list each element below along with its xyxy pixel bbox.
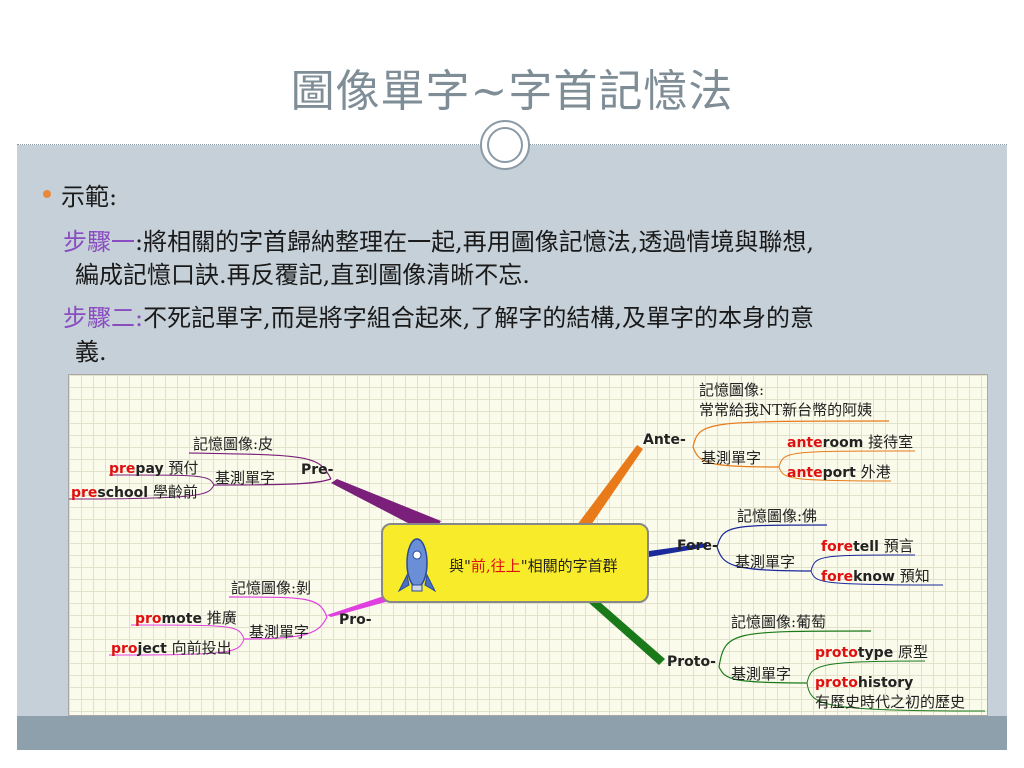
pre-word-1: prepay 預付 bbox=[109, 459, 199, 477]
step2-text: 不死記單字,而是將字組合起來,了解字的結構,及單字的本身的意 bbox=[143, 304, 814, 332]
step1-text: :將相關的字首歸納整理在一起,再用圖像記憶法,透過情境與聯想, bbox=[135, 228, 814, 256]
fore-image: 記憶圖像:佛 bbox=[737, 507, 818, 525]
branch-ante bbox=[577, 445, 643, 525]
pre-image: 記憶圖像:皮 bbox=[193, 435, 274, 453]
fore-word-2: foreknow 預知 bbox=[821, 567, 930, 585]
pre-label: Pre- bbox=[301, 462, 334, 478]
step1-label: 步驟一 bbox=[63, 228, 135, 256]
proto-word-2: protohistory bbox=[815, 675, 914, 691]
step2-line: 步驟二:不死記單字,而是將字組合起來,了解字的結構,及單字的本身的意 bbox=[63, 298, 814, 333]
ante-label: Ante- bbox=[643, 432, 686, 448]
mindmap-image: 與"前,往上"相關的字首群 Pre- 記憶圖像:皮 基測單字 prepay 預付… bbox=[68, 374, 988, 716]
pro-word-2: project 向前投出 bbox=[111, 639, 232, 657]
pre-words-label: 基測單字 bbox=[215, 469, 276, 487]
fore-label: Fore- bbox=[677, 538, 718, 554]
step2-label: 步驟二: bbox=[63, 304, 144, 332]
proto-words-label: 基測單字 bbox=[731, 665, 792, 683]
central-node-label: 與"前,往上"相關的字首群 bbox=[449, 557, 618, 575]
bullet-dot-icon bbox=[43, 190, 51, 198]
ante-word-1: anteroom 接待室 bbox=[787, 433, 914, 451]
fore-word-1: foretell 預言 bbox=[821, 537, 914, 555]
pro-word-1: promote 推廣 bbox=[135, 609, 237, 627]
title-circle-ornament bbox=[480, 120, 530, 170]
branch-proto bbox=[589, 603, 665, 665]
proto-label: Proto- bbox=[667, 654, 716, 670]
proto-word-2-meaning: 有歷史時代之初的歷史 bbox=[815, 693, 966, 711]
slide-title: 圖像單字~字首記憶法 bbox=[290, 66, 734, 117]
central-node: 與"前,往上"相關的字首群 bbox=[381, 523, 649, 603]
pre-word-2: preschool 學齡前 bbox=[71, 483, 198, 501]
pro-image: 記憶圖像:剝 bbox=[231, 579, 312, 597]
ante-image: 常常給我NT新台幣的阿姨 bbox=[699, 401, 873, 419]
ante-words-label: 基測單字 bbox=[701, 449, 762, 467]
ante-image-title: 記憶圖像: bbox=[699, 381, 765, 399]
fore-image-line bbox=[716, 524, 828, 548]
ante-word-2: anteport 外港 bbox=[787, 463, 891, 481]
proto-word-1: prototype 原型 bbox=[815, 643, 928, 661]
proto-image: 記憶圖像:葡萄 bbox=[731, 613, 827, 631]
rocket-icon bbox=[397, 538, 437, 593]
step1-line: 步驟一:將相關的字首歸納整理在一起,再用圖像記憶法,透過情境與聯想, bbox=[63, 222, 814, 257]
footer-bar bbox=[17, 716, 1007, 750]
step2-text-cont: 義. bbox=[75, 338, 107, 366]
pro-image-line bbox=[228, 596, 328, 618]
pro-words-label: 基測單字 bbox=[249, 623, 310, 641]
step1-text-cont: 編成記憶口訣.再反覆記,直到圖像清晰不忘. bbox=[75, 261, 530, 289]
fore-words-label: 基測單字 bbox=[735, 553, 796, 571]
bullet-text: 示範: bbox=[61, 183, 118, 211]
pro-label: Pro- bbox=[339, 612, 372, 628]
